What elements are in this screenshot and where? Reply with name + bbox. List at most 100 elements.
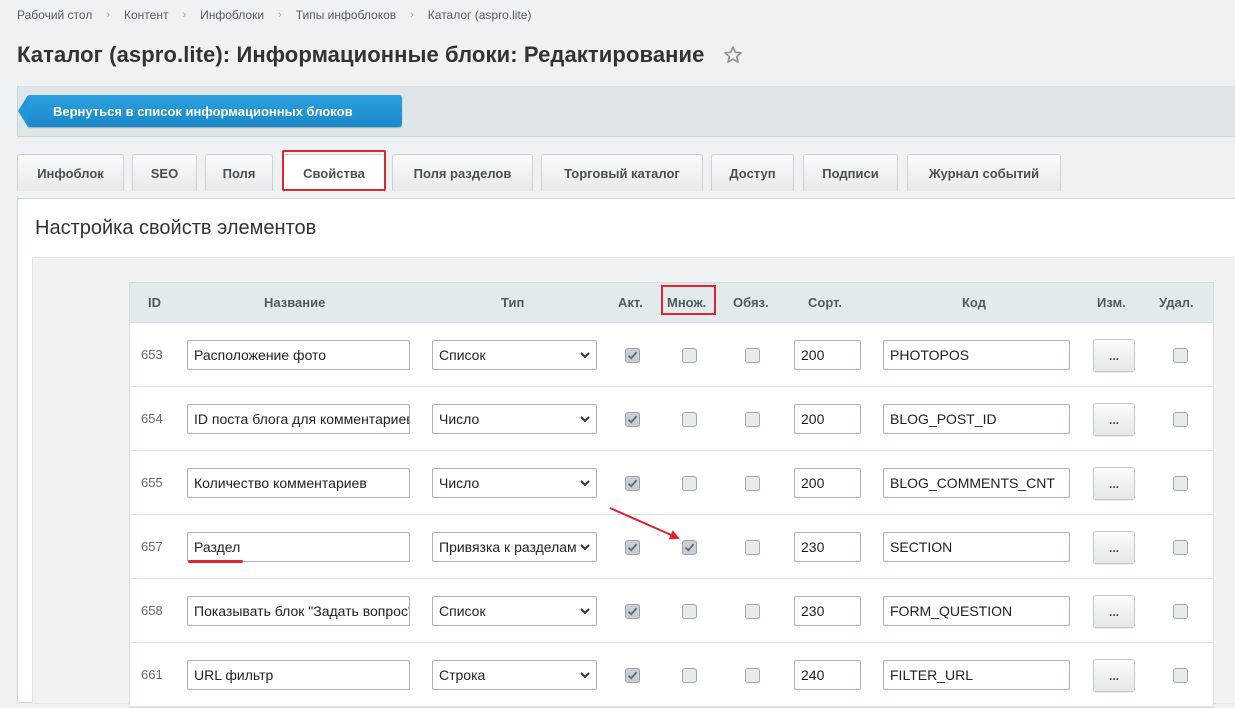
delete-checkbox[interactable]: [1173, 604, 1188, 619]
type-select[interactable]: Строка: [432, 660, 597, 690]
table-row: 661 URL фильтр Строка 240 FILTER_URL...: [130, 643, 1213, 707]
name-input[interactable]: Показывать блок "Задать вопрос": [187, 596, 410, 626]
breadcrumb: Рабочий стол › Контент › Инфоблоки › Тип…: [17, 8, 531, 22]
type-select[interactable]: Список: [432, 340, 597, 370]
required-checkbox[interactable]: [745, 476, 760, 491]
code-input[interactable]: FILTER_URL: [883, 660, 1070, 690]
tab-bar: Инфоблок SEO Поля Свойства Поля разделов…: [17, 150, 1235, 198]
column-header-edit: Изм.: [1097, 295, 1126, 310]
edit-property-button[interactable]: ...: [1093, 339, 1135, 372]
multiple-checkbox[interactable]: [682, 604, 697, 619]
type-select[interactable]: Список: [432, 596, 597, 626]
page-title: Каталог (aspro.lite): Информационные бло…: [17, 42, 743, 68]
name-input[interactable]: Раздел: [187, 532, 410, 562]
multiple-checkbox[interactable]: [682, 540, 697, 555]
sort-input[interactable]: 200: [794, 468, 861, 498]
page-title-text: Каталог (aspro.lite): Информационные бло…: [17, 42, 705, 67]
code-input[interactable]: FORM_QUESTION: [883, 596, 1070, 626]
code-input[interactable]: SECTION: [883, 532, 1070, 562]
sort-input[interactable]: 240: [794, 660, 861, 690]
breadcrumb-item[interactable]: Контент: [124, 8, 168, 22]
edit-property-button[interactable]: ...: [1093, 467, 1135, 500]
name-input[interactable]: Количество комментариев: [187, 468, 410, 498]
table-header: ID Название Тип Акт. Множ. Обяз. Сорт. К…: [130, 283, 1213, 323]
type-select[interactable]: Привязка к разделам: [432, 532, 597, 562]
name-input[interactable]: URL фильтр: [187, 660, 410, 690]
multiple-checkbox[interactable]: [682, 412, 697, 427]
required-checkbox[interactable]: [745, 540, 760, 555]
breadcrumb-item[interactable]: Рабочий стол: [17, 8, 92, 22]
tab-trade-catalog[interactable]: Торговый каталог: [541, 154, 703, 191]
breadcrumb-separator-icon: ›: [410, 9, 414, 21]
tab-fields[interactable]: Поля: [205, 154, 273, 191]
star-icon[interactable]: [723, 45, 743, 65]
tab-labels[interactable]: Подписи: [803, 154, 898, 191]
tab-seo[interactable]: SEO: [132, 154, 197, 191]
edit-property-button[interactable]: ...: [1093, 659, 1135, 692]
row-id: 661: [141, 667, 163, 682]
active-checkbox[interactable]: [625, 412, 640, 427]
column-header-active: Акт.: [618, 295, 643, 310]
table-row: 653 Расположение фото Список 200 PHOTOPOS...: [130, 323, 1213, 387]
type-select[interactable]: Число: [432, 468, 597, 498]
table-row: 655 Количество комментариев Число 200 BLOG_C…: [130, 451, 1213, 515]
delete-checkbox[interactable]: [1173, 668, 1188, 683]
edit-property-button[interactable]: ...: [1093, 595, 1135, 628]
sort-input[interactable]: 230: [794, 532, 861, 562]
section-title: Настройка свойств элементов: [35, 217, 317, 239]
type-select-value: Список: [439, 603, 486, 619]
multiple-checkbox[interactable]: [682, 348, 697, 363]
edit-property-button[interactable]: ...: [1093, 531, 1135, 564]
column-header-sort: Сорт.: [808, 295, 842, 310]
active-checkbox[interactable]: [625, 348, 640, 363]
back-to-list-button[interactable]: Вернуться в список информационных блоков: [18, 95, 402, 127]
tab-properties[interactable]: Свойства: [283, 154, 385, 192]
edit-property-button[interactable]: ...: [1093, 403, 1135, 436]
delete-checkbox[interactable]: [1173, 348, 1188, 363]
multiple-checkbox[interactable]: [682, 476, 697, 491]
required-checkbox[interactable]: [745, 348, 760, 363]
name-underline-mark: [188, 560, 243, 563]
row-id: 658: [141, 603, 163, 618]
column-header-type: Тип: [501, 295, 525, 310]
breadcrumb-item[interactable]: Каталог (aspro.lite): [428, 8, 532, 22]
name-input[interactable]: Расположение фото: [187, 340, 410, 370]
tab-access[interactable]: Доступ: [711, 154, 794, 191]
active-checkbox[interactable]: [625, 476, 640, 491]
breadcrumb-item[interactable]: Инфоблоки: [200, 8, 264, 22]
required-checkbox[interactable]: [745, 668, 760, 683]
column-header-code: Код: [962, 295, 986, 310]
active-checkbox[interactable]: [625, 668, 640, 683]
table-row: 654 ID поста блога для комментариев Число 2…: [130, 387, 1213, 451]
type-select-value: Число: [439, 411, 480, 427]
sort-input[interactable]: 200: [794, 340, 861, 370]
multiple-column-highlight: [661, 285, 716, 315]
delete-checkbox[interactable]: [1173, 540, 1188, 555]
row-id: 655: [141, 475, 163, 490]
row-id: 654: [141, 411, 163, 426]
tab-event-log[interactable]: Журнал событий: [907, 154, 1061, 191]
sort-input[interactable]: 200: [794, 404, 861, 434]
active-checkbox[interactable]: [625, 540, 640, 555]
type-select-value: Строка: [439, 667, 486, 683]
code-input[interactable]: PHOTOPOS: [883, 340, 1070, 370]
type-select-value: Число: [439, 475, 480, 491]
delete-checkbox[interactable]: [1173, 412, 1188, 427]
delete-checkbox[interactable]: [1173, 476, 1188, 491]
code-input[interactable]: BLOG_COMMENTS_CNT: [883, 468, 1070, 498]
required-checkbox[interactable]: [745, 412, 760, 427]
tab-infoblock[interactable]: Инфоблок: [17, 154, 124, 191]
name-input[interactable]: ID поста блога для комментариев: [187, 404, 410, 434]
column-header-required: Обяз.: [733, 295, 769, 310]
row-id: 657: [141, 539, 163, 554]
tab-section-fields[interactable]: Поля разделов: [392, 154, 533, 191]
properties-area: ID Название Тип Акт. Множ. Обяз. Сорт. К…: [32, 257, 1235, 708]
active-checkbox[interactable]: [625, 604, 640, 619]
type-select[interactable]: Число: [432, 404, 597, 434]
multiple-checkbox[interactable]: [682, 668, 697, 683]
sort-input[interactable]: 230: [794, 596, 861, 626]
breadcrumb-item[interactable]: Типы инфоблоков: [296, 8, 396, 22]
table-row: 658 Показывать блок "Задать вопрос" Список…: [130, 579, 1213, 643]
required-checkbox[interactable]: [745, 604, 760, 619]
code-input[interactable]: BLOG_POST_ID: [883, 404, 1070, 434]
